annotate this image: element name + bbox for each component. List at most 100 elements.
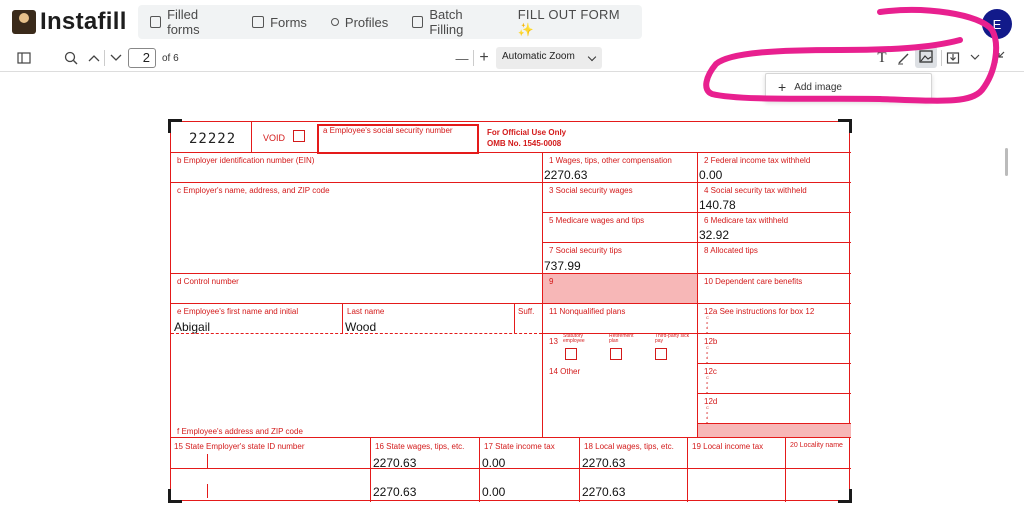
box-18-value-row1[interactable]: 2270.63	[582, 456, 625, 470]
box-12a-label: 12a See instructions for box 12	[704, 307, 815, 316]
box-17-value-row2[interactable]: 0.00	[482, 485, 505, 499]
box-6-label: 6 Medicare tax withheld	[704, 216, 789, 225]
save-icon[interactable]	[945, 48, 961, 68]
employer-name-label: c Employer's name, address, and ZIP code	[177, 186, 330, 195]
divider	[785, 437, 786, 502]
box-8-label: 8 Allocated tips	[704, 246, 758, 255]
divider	[171, 437, 851, 438]
box-4-label: 4 Social security tax withheld	[704, 186, 807, 195]
box-9-field[interactable]	[543, 274, 697, 303]
toolbar-divider	[941, 50, 942, 66]
chevron-up-icon[interactable]	[86, 48, 102, 68]
dashed-divider	[711, 423, 851, 424]
avatar[interactable]: E	[982, 9, 1012, 39]
sidebar-toggle-icon[interactable]	[14, 48, 34, 68]
page-number-input[interactable]: 2	[128, 48, 156, 68]
brand[interactable]: Instafill	[12, 8, 127, 36]
zoom-out-button[interactable]: —	[455, 48, 469, 68]
dashed-divider	[711, 333, 851, 334]
database-icon	[150, 16, 162, 28]
state-divider	[207, 454, 208, 468]
nav-forms[interactable]: Forms	[240, 5, 319, 39]
statutory-label: Statutory employee	[563, 333, 585, 344]
toolbar-divider	[473, 50, 474, 66]
text-tool-icon[interactable]: T	[874, 48, 890, 68]
box-16-value-row2[interactable]: 2270.63	[373, 485, 416, 499]
add-image-label: Add image	[794, 81, 842, 93]
search-icon[interactable]	[62, 48, 80, 68]
retirement-checkbox[interactable]	[610, 348, 622, 360]
divider	[370, 437, 371, 502]
divider	[514, 303, 515, 333]
clipboard-icon	[412, 16, 424, 28]
employee-address-label: f Employee's address and ZIP code	[177, 427, 303, 436]
divider	[171, 303, 851, 304]
divider	[579, 437, 580, 502]
box-12c-code: C o d e	[706, 375, 709, 395]
box-18-label: 18 Local wages, tips, etc.	[584, 442, 674, 451]
third-party-checkbox[interactable]	[655, 348, 667, 360]
nav-label: Filled forms	[167, 7, 200, 37]
last-name-label: Last name	[347, 307, 385, 316]
nav-label: Profiles	[344, 14, 389, 30]
box-1-value[interactable]: 2270.63	[544, 168, 587, 182]
crop-mark	[168, 489, 182, 503]
form-code: 22222	[189, 131, 237, 147]
void-label: VOID	[263, 133, 286, 143]
collapse-icon[interactable]	[990, 48, 1006, 68]
box-4-value[interactable]: 140.78	[699, 198, 736, 212]
crop-mark	[168, 119, 182, 133]
retirement-label: Retirement plan	[609, 333, 634, 344]
control-number-label: d Control number	[177, 277, 239, 286]
box-10-label: 10 Dependent care benefits	[704, 277, 803, 286]
nav-profiles[interactable]: Profiles	[319, 5, 400, 39]
add-image-menu-item[interactable]: + Add image	[765, 73, 932, 101]
box-11-label: 11 Nonqualified plans	[549, 307, 626, 316]
divider	[342, 303, 343, 333]
first-name-label: e Employee's first name and initial	[177, 307, 299, 316]
chevron-down-icon	[587, 52, 597, 62]
zoom-select[interactable]: Automatic Zoom	[496, 47, 602, 69]
chevron-down-icon[interactable]	[108, 48, 124, 68]
box-16-value-row1[interactable]: 2270.63	[373, 456, 416, 470]
box-1-label: 1 Wages, tips, other compensation	[549, 156, 672, 165]
toolbar-divider	[104, 50, 105, 66]
dashed-divider	[171, 333, 542, 334]
draw-tool-icon[interactable]	[896, 48, 912, 68]
box-2-value[interactable]: 0.00	[699, 168, 722, 182]
brand-name: Instafill	[40, 8, 127, 35]
statutory-checkbox[interactable]	[565, 348, 577, 360]
document-icon	[252, 16, 265, 28]
box-18-value-row2[interactable]: 2270.63	[582, 485, 625, 499]
box-7-value[interactable]: 737.99	[544, 259, 581, 273]
divider	[171, 182, 851, 183]
box-16-label: 16 State wages, tips, etc.	[375, 442, 465, 451]
divider	[171, 273, 851, 274]
plus-icon: +	[778, 79, 787, 95]
box-5-label: 5 Medicare wages and tips	[549, 216, 645, 225]
box-17-value-row1[interactable]: 0.00	[482, 456, 505, 470]
scrollbar[interactable]	[1005, 148, 1008, 176]
void-checkbox[interactable]	[293, 130, 305, 142]
divider	[697, 152, 698, 437]
nav-batch-filling[interactable]: Batch Filling	[400, 5, 505, 39]
last-name-value[interactable]: Wood	[345, 320, 376, 334]
nav-fill-out-form[interactable]: FILL OUT FORM ✨	[506, 5, 642, 39]
box-7-label: 7 Social security tips	[549, 246, 622, 255]
dashed-divider	[711, 363, 851, 364]
divider	[171, 152, 851, 153]
state-divider	[207, 484, 208, 498]
box-12d-code: C o d e	[706, 405, 709, 425]
box-12d-highlight	[698, 424, 851, 437]
first-name-value[interactable]: Abigail	[174, 320, 210, 334]
box-19-label: 19 Local income tax	[692, 442, 764, 451]
ein-label: b Employer identification number (EIN)	[177, 156, 315, 165]
zoom-in-button[interactable]: +	[477, 48, 491, 68]
nav-filled-forms[interactable]: Filled forms	[138, 5, 240, 39]
box-12b-code: C o d e	[706, 345, 709, 365]
tools-menu-icon[interactable]	[968, 48, 982, 68]
add-image-button[interactable]	[915, 46, 937, 68]
box-6-value[interactable]: 32.92	[699, 228, 729, 242]
nav-label: Batch Filling	[429, 7, 464, 37]
box-3-label: 3 Social security wages	[549, 186, 633, 195]
